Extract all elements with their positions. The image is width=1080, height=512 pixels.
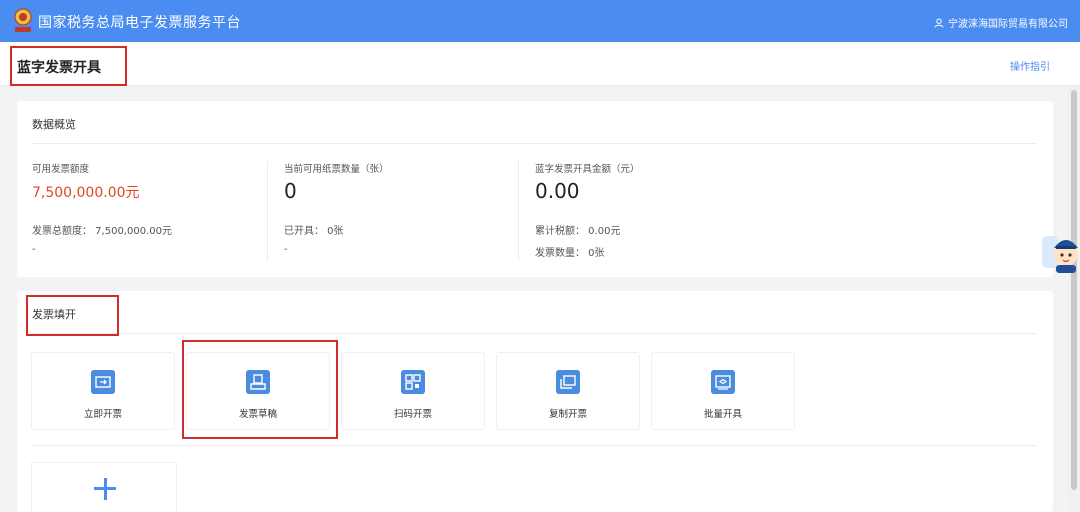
add-shortcut-button[interactable]: [32, 463, 176, 512]
tile-scan-issue[interactable]: 扫码开票: [342, 353, 484, 429]
available-quota-value: 7,500,000.00元: [32, 185, 140, 201]
page-scrollbar[interactable]: [1068, 86, 1080, 512]
paper-count-label: 当前可用纸票数量（张）: [284, 164, 389, 175]
tile-label: 立即开票: [83, 409, 122, 420]
user-company: 宁波涞海国际贸易有限公司: [948, 19, 1068, 30]
tile-copy-issue[interactable]: 复制开票: [497, 353, 639, 429]
operation-guide-link[interactable]: 操作指引: [1010, 58, 1050, 73]
blue-invoice-amount-value: 0.00: [535, 179, 580, 203]
page-header: 蓝字发票开具 操作指引: [0, 42, 1080, 86]
data-overview-card: 数据概览 可用发票额度 7,500,000.00元 发票总额度： 7,500,0…: [17, 101, 1053, 277]
overview-title: 数据概览: [32, 118, 76, 131]
tile-label: 批量开具: [703, 409, 742, 420]
assistant-mascot-icon[interactable]: [1040, 228, 1080, 274]
divider: [32, 445, 1037, 446]
highlight-box-draft: [182, 340, 338, 439]
app-title: 国家税务总局电子发票服务平台: [38, 15, 241, 31]
total-quota: 发票总额度： 7,500,000.00元: [32, 226, 172, 237]
divider: [267, 161, 268, 261]
issued-count: 已开具： 0张: [284, 226, 344, 237]
top-bar: 国家税务总局电子发票服务平台 宁波涞海国际贸易有限公司: [0, 0, 1080, 42]
highlight-box-fill-title: [26, 295, 119, 336]
divider: [32, 143, 1037, 144]
blue-invoice-amount-label: 蓝字发票开具金额（元）: [535, 164, 640, 175]
divider: [518, 161, 519, 261]
tile-batch-issue[interactable]: 批量开具: [652, 353, 794, 429]
tile-issue-now[interactable]: 立即开票: [32, 353, 174, 429]
col2-extra: -: [284, 244, 288, 255]
highlight-box-title: [10, 46, 127, 86]
col1-extra: -: [32, 244, 36, 255]
available-quota-label: 可用发票额度: [32, 164, 90, 175]
invoice-now-icon: [91, 370, 115, 394]
user-menu[interactable]: 宁波涞海国际贸易有限公司: [934, 15, 1068, 30]
invoice-count: 发票数量： 0张: [535, 248, 605, 259]
scroll-thumb[interactable]: [1071, 90, 1077, 490]
accumulated-tax: 累计税额： 0.00元: [535, 226, 621, 237]
divider: [32, 333, 1037, 334]
tax-emblem-icon[interactable]: [12, 8, 34, 34]
qr-code-icon: [401, 370, 425, 394]
paper-count-value: 0: [284, 179, 297, 203]
user-icon: [934, 18, 944, 28]
tile-label: 复制开票: [548, 409, 587, 420]
tile-label: 扫码开票: [393, 409, 432, 420]
batch-invoice-icon: [711, 370, 735, 394]
plus-icon: [103, 477, 107, 500]
copy-invoice-icon: [556, 370, 580, 394]
